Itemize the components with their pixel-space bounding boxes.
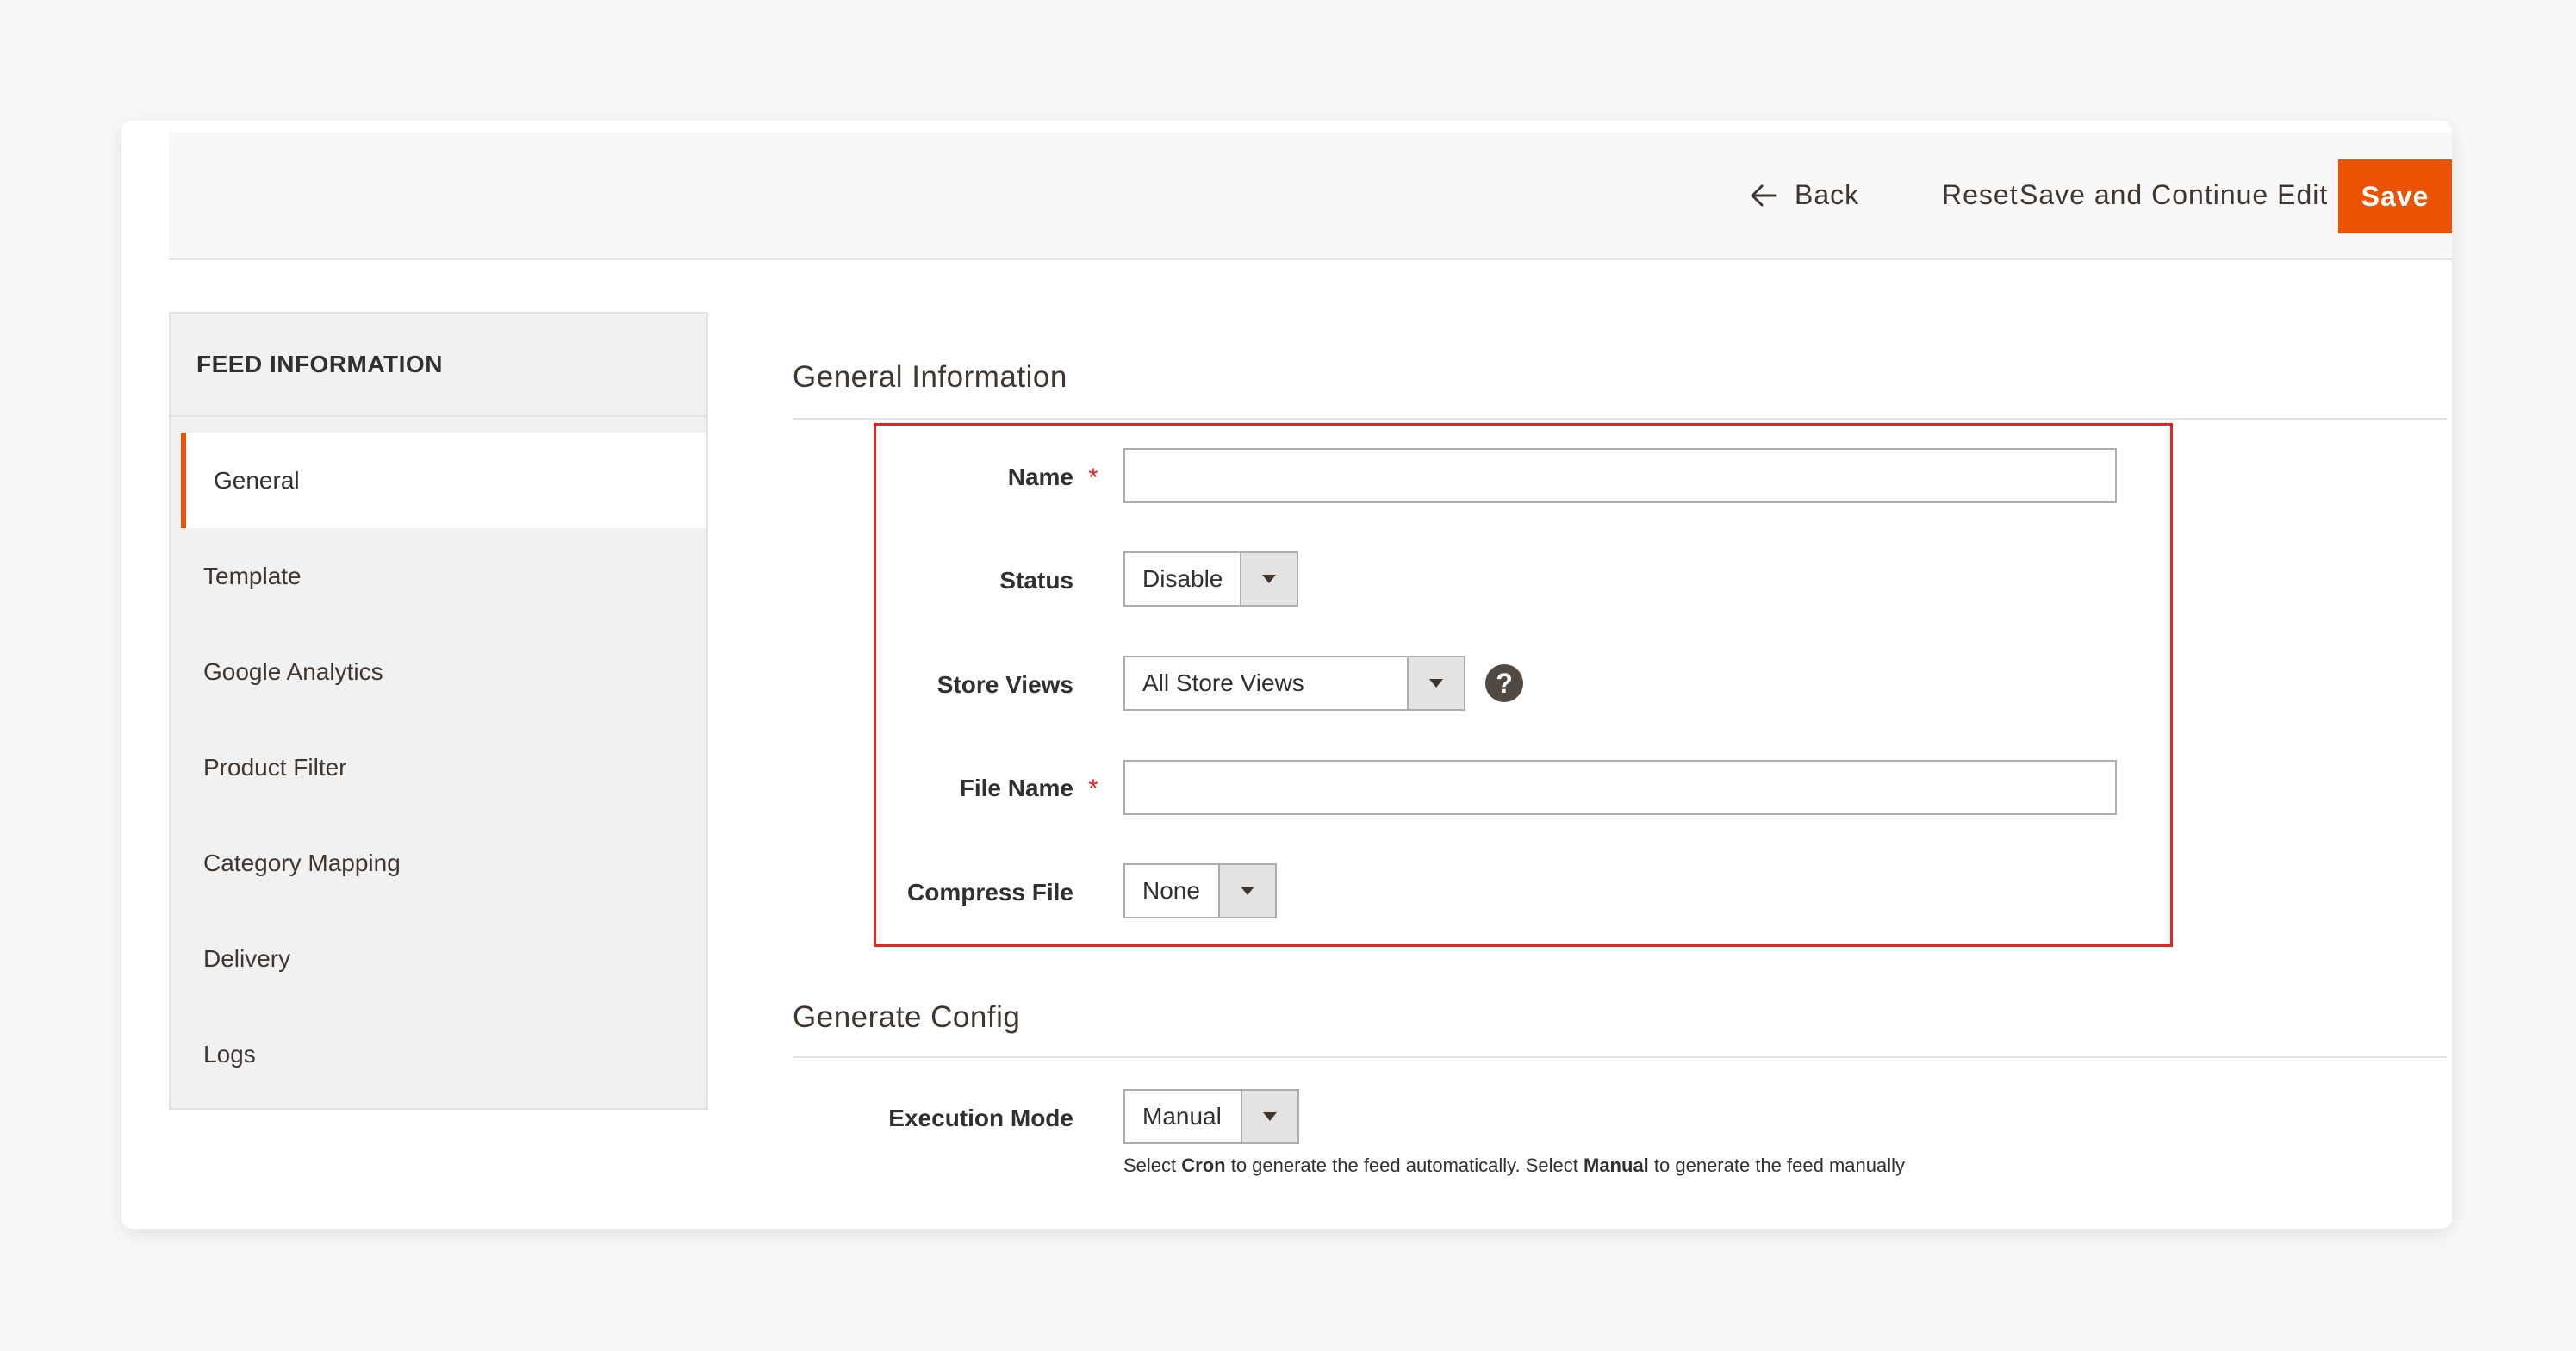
file-name-input[interactable] [1123,760,2117,815]
triangle-down-icon [1407,657,1464,709]
sidebar-item-label: Logs [203,1040,256,1068]
triangle-down-icon [1218,865,1275,917]
name-input[interactable] [1123,448,2117,503]
note-text: to generate the feed manually [1648,1155,1906,1176]
sidebar-item-label: Template [203,562,302,589]
required-mark: * [1088,464,1098,492]
file-name-label: File Name [959,775,1073,801]
sidebar-item-template[interactable]: Template [171,528,706,624]
compress-file-value: None [1142,877,1200,904]
triangle-down-icon [1240,553,1297,605]
sidebar-item-delivery[interactable]: Delivery [171,911,706,1006]
triangle-down-icon [1241,1091,1297,1142]
execution-mode-label: Execution Mode [888,1105,1073,1131]
general-information-title: General Information [793,360,1067,394]
sidebar-item-label: General [214,466,300,494]
reset-button[interactable]: Reset [1942,132,2019,258]
sidebar-item-label: Category Mapping [203,849,401,876]
generate-config-title: Generate Config [793,1000,1021,1034]
status-label: Status [999,567,1073,594]
status-select[interactable]: Disable [1123,551,1298,607]
save-and-continue-button[interactable]: Save and Continue Edit [2019,132,2328,258]
feed-information-sidebar: FEED INFORMATION General Template Google… [169,312,708,1110]
execution-mode-note: Select Cron to generate the feed automat… [1123,1155,1905,1177]
execution-mode-select[interactable]: Manual [1123,1089,1299,1144]
sidebar-item-logs[interactable]: Logs [171,1006,706,1102]
store-views-select[interactable]: All Store Views [1123,656,1465,711]
sidebar-item-general[interactable]: General [181,433,706,528]
save-and-continue-label: Save and Continue Edit [2019,179,2329,210]
store-views-value: All Store Views [1142,669,1304,696]
note-text: to generate the feed automatically. Sele… [1225,1155,1584,1176]
save-button[interactable]: Save [2338,159,2452,233]
execution-mode-value: Manual [1142,1103,1222,1130]
name-label: Name [1007,464,1073,490]
status-value: Disable [1142,565,1223,592]
note-text: Select [1123,1155,1182,1176]
page-actions-bar: Back Reset Save and Continue Edit [169,132,2452,260]
section-divider [793,1056,2447,1058]
note-cron: Cron [1181,1155,1226,1176]
feed-edit-card: Back Reset Save and Continue Edit Save F… [121,121,2452,1229]
question-circle-icon[interactable]: ? [1485,664,1523,702]
compress-file-label: Compress File [907,879,1073,906]
section-divider [793,418,2447,420]
sidebar-item-category-mapping[interactable]: Category Mapping [171,815,706,911]
sidebar-item-google-analytics[interactable]: Google Analytics [171,624,706,719]
sidebar-item-product-filter[interactable]: Product Filter [171,719,706,815]
store-views-label: Store Views [936,671,1073,698]
sidebar-item-label: Google Analytics [203,657,383,685]
required-mark: * [1088,775,1098,803]
reset-button-label: Reset [1942,179,2019,210]
sidebar-item-label: Delivery [203,944,291,972]
note-manual: Manual [1584,1155,1649,1176]
back-button[interactable]: Back [1750,132,1859,258]
sidebar-title: FEED INFORMATION [171,314,706,417]
back-button-label: Back [1795,179,1860,210]
arrow-left-icon [1751,184,1777,206]
compress-file-select[interactable]: None [1123,863,1277,918]
sidebar-item-label: Product Filter [203,753,347,781]
